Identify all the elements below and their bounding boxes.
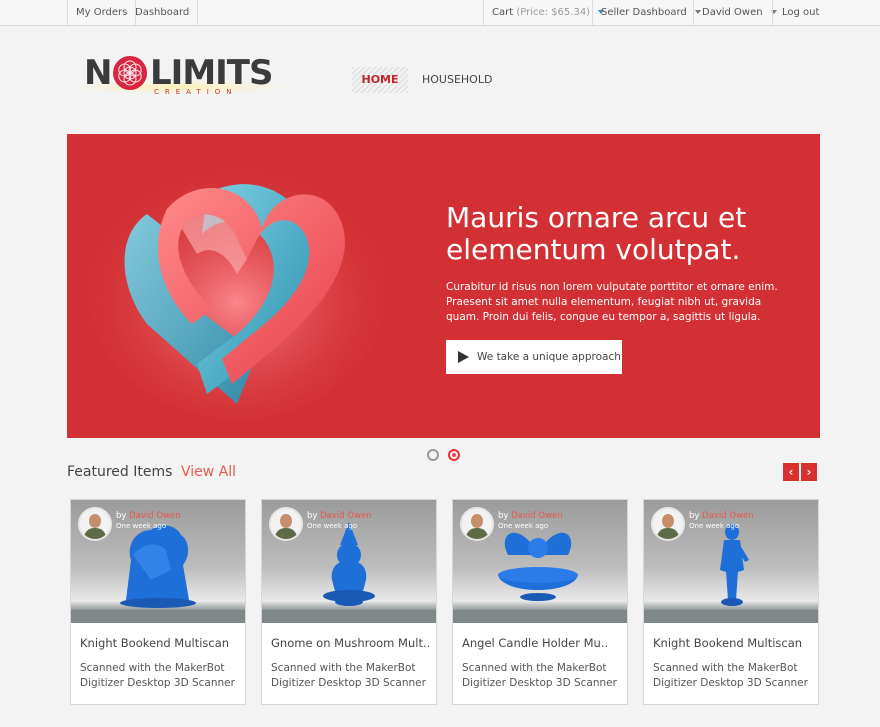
product-thumbnail[interactable]: by David Owen One week ago (644, 500, 818, 623)
timestamp: One week ago (116, 522, 167, 530)
timestamp: One week ago (307, 522, 358, 530)
avatar[interactable] (460, 507, 494, 541)
avatar[interactable] (651, 507, 685, 541)
chevron-right-icon[interactable]: › (801, 463, 817, 481)
timestamp: One week ago (689, 522, 740, 530)
hero-title: Mauris ornare arcu et elementum volutpat… (446, 201, 747, 266)
slider-dot-2-active[interactable] (448, 449, 460, 461)
product-thumbnail[interactable]: by David Owen One week ago (262, 500, 436, 623)
logout-link[interactable]: Log out (772, 0, 828, 26)
timestamp: One week ago (498, 522, 549, 530)
product-card[interactable]: by David Owen One week ago Knight Booken… (70, 499, 246, 705)
slider-dot-1[interactable] (427, 449, 439, 461)
product-thumbnail[interactable]: by David Owen One week ago (453, 500, 627, 623)
hero-slider: Mauris ornare arcu et elementum volutpat… (67, 134, 820, 438)
play-icon (458, 351, 469, 363)
heart-3d-image (87, 159, 387, 419)
cart-price: (Price: $65.34) (516, 7, 591, 18)
dashboard-link[interactable]: Dashboard (127, 0, 199, 26)
author-link[interactable]: David Owen (511, 511, 563, 521)
flower-of-life-icon (113, 56, 147, 90)
author-link[interactable]: David Owen (129, 511, 181, 521)
seller-dashboard-dropdown[interactable]: Seller Dashboard (592, 0, 709, 26)
author-link[interactable]: David Owen (320, 511, 372, 521)
product-card[interactable]: by David Owen One week ago Angel Candle … (452, 499, 628, 705)
product-description: Scanned with the MakerBot Digitizer Desk… (80, 662, 235, 689)
product-description: Scanned with the MakerBot Digitizer Desk… (462, 662, 617, 689)
product-name[interactable]: Gnome on Mushroom Mult.. (271, 636, 431, 650)
product-description: Scanned with the MakerBot Digitizer Desk… (271, 662, 426, 689)
unique-approach-button[interactable]: We take a unique approach (446, 340, 622, 374)
view-all-link[interactable]: View All (181, 464, 236, 480)
site-logo[interactable]: N LIMITS CREATION (68, 50, 290, 100)
logo-letter: N (84, 53, 112, 93)
author-link[interactable]: David Owen (702, 511, 754, 521)
chevron-left-icon[interactable]: ‹ (783, 463, 799, 481)
product-name[interactable]: Knight Bookend Multiscan (653, 636, 813, 650)
user-dropdown[interactable]: David Owen (693, 0, 785, 26)
avatar[interactable] (78, 507, 112, 541)
nav-home[interactable]: HOME (352, 67, 408, 93)
product-card[interactable]: by David Owen One week ago Gnome on Mush… (261, 499, 437, 705)
product-name[interactable]: Knight Bookend Multiscan (80, 636, 240, 650)
product-name[interactable]: Angel Candle Holder Mu.. (462, 636, 622, 650)
product-description: Scanned with the MakerBot Digitizer Desk… (653, 662, 808, 689)
hero-description: Curabitur id risus non lorem vulputate p… (446, 281, 778, 323)
logo-tagline: CREATION (154, 88, 238, 96)
avatar[interactable] (269, 507, 303, 541)
product-thumbnail[interactable]: by David Owen One week ago (71, 500, 245, 623)
my-orders-link[interactable]: My Orders (67, 0, 137, 26)
featured-items-heading: Featured Items (67, 464, 173, 480)
product-card[interactable]: by David Owen One week ago Knight Booken… (643, 499, 819, 705)
nav-household[interactable]: HOUSEHOLD (422, 67, 492, 93)
top-bar: My Orders Dashboard Cart (Price: $65.34)… (0, 0, 880, 26)
logo-wordmark: LIMITS (150, 53, 273, 93)
